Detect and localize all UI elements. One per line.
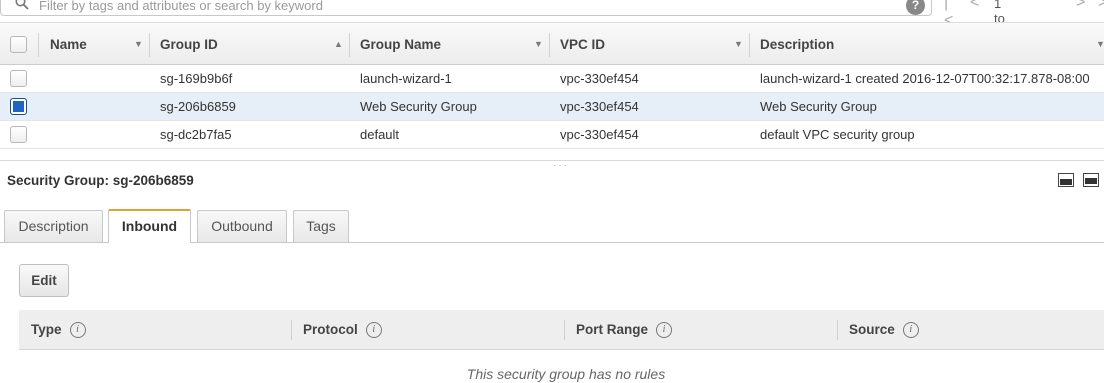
edit-button[interactable]: Edit bbox=[19, 264, 69, 297]
next-page-icon[interactable]: > bbox=[1076, 0, 1085, 12]
resize-handle-icon[interactable]: ··· bbox=[553, 160, 569, 171]
detail-tabs: Description Inbound Outbound Tags bbox=[0, 209, 1104, 243]
search-icon bbox=[15, 0, 29, 10]
tab-outbound[interactable]: Outbound bbox=[197, 210, 287, 242]
last-page-icon[interactable]: >| bbox=[1098, 0, 1104, 12]
pane-divider bbox=[0, 160, 1104, 161]
sort-icon[interactable]: ▼ bbox=[134, 23, 143, 66]
select-all-checkbox[interactable] bbox=[10, 36, 27, 53]
column-header-label: Source bbox=[849, 322, 895, 337]
column-header-type: Type i bbox=[31, 310, 86, 350]
pane-bottom-icon[interactable] bbox=[1058, 173, 1074, 187]
column-header-source: Source i bbox=[849, 310, 919, 350]
column-header-protocol: Protocol i bbox=[303, 310, 382, 350]
cell-group-id: sg-169b9b6f bbox=[160, 71, 233, 86]
cell-group-name: launch-wizard-1 bbox=[360, 71, 452, 86]
cell-vpc-id: vpc-330ef454 bbox=[560, 71, 639, 86]
cell-group-id: sg-206b6859 bbox=[160, 99, 236, 114]
cell-group-name: default bbox=[360, 127, 400, 142]
detail-title: Security Group: sg-206b6859 bbox=[7, 173, 194, 188]
column-header-vpc-id[interactable]: VPC ID bbox=[560, 23, 605, 66]
previous-page-icon[interactable]: < bbox=[970, 0, 979, 12]
column-header-label: Port Range bbox=[576, 322, 649, 337]
column-header-label: Protocol bbox=[303, 322, 358, 337]
sort-icon[interactable]: ▼ bbox=[1096, 23, 1104, 66]
info-icon[interactable]: i bbox=[656, 322, 673, 339]
table-row[interactable]: sg-169b9b6f launch-wizard-1 vpc-330ef454… bbox=[0, 65, 1104, 93]
cell-group-name: Web Security Group bbox=[360, 99, 477, 114]
search-input[interactable]: Filter by tags and attributes or search … bbox=[0, 0, 932, 16]
sort-icon[interactable]: ▼ bbox=[734, 23, 743, 66]
row-checkbox[interactable] bbox=[10, 70, 27, 87]
column-header-group-name[interactable]: Group Name bbox=[360, 23, 441, 66]
cell-group-id: sg-dc2b7fa5 bbox=[160, 127, 232, 142]
pane-top-icon[interactable] bbox=[1083, 173, 1099, 187]
tab-tags[interactable]: Tags bbox=[293, 210, 349, 242]
cell-description: launch-wizard-1 created 2016-12-07T00:32… bbox=[760, 71, 1090, 86]
filter-bar: Filter by tags and attributes or search … bbox=[0, 0, 1104, 71]
row-checkbox-checked[interactable] bbox=[10, 98, 27, 115]
cell-description: default VPC security group bbox=[760, 127, 915, 142]
search-placeholder: Filter by tags and attributes or search … bbox=[39, 0, 323, 13]
info-icon[interactable]: i bbox=[69, 322, 86, 339]
cell-vpc-id: vpc-330ef454 bbox=[560, 99, 639, 114]
tab-description[interactable]: Description bbox=[4, 210, 103, 242]
sort-icon[interactable]: ▼ bbox=[534, 23, 543, 66]
cell-description: Web Security Group bbox=[760, 99, 877, 114]
info-icon[interactable]: i bbox=[365, 322, 382, 339]
rules-table-header: Type i Protocol i Port Range i Source i bbox=[19, 310, 1104, 350]
grid-header: Name ▼ Group ID ▲ Group Name ▼ VPC ID ▼ … bbox=[0, 22, 1104, 65]
column-header-group-id[interactable]: Group ID bbox=[160, 23, 218, 66]
sort-ascending-icon[interactable]: ▲ bbox=[334, 23, 343, 66]
column-header-name[interactable]: Name bbox=[50, 23, 87, 66]
column-header-label: Type bbox=[31, 322, 62, 337]
empty-rules-message: This security group has no rules bbox=[466, 366, 666, 382]
tab-inbound[interactable]: Inbound bbox=[108, 209, 191, 243]
column-header-description[interactable]: Description bbox=[760, 23, 834, 66]
cell-vpc-id: vpc-330ef454 bbox=[560, 127, 639, 142]
row-checkbox[interactable] bbox=[10, 126, 27, 143]
info-icon[interactable]: i bbox=[902, 322, 919, 339]
table-row[interactable]: sg-dc2b7fa5 default vpc-330ef454 default… bbox=[0, 121, 1104, 149]
column-header-port-range: Port Range i bbox=[576, 310, 673, 350]
table-row-selected[interactable]: sg-206b6859 Web Security Group vpc-330ef… bbox=[0, 93, 1104, 121]
